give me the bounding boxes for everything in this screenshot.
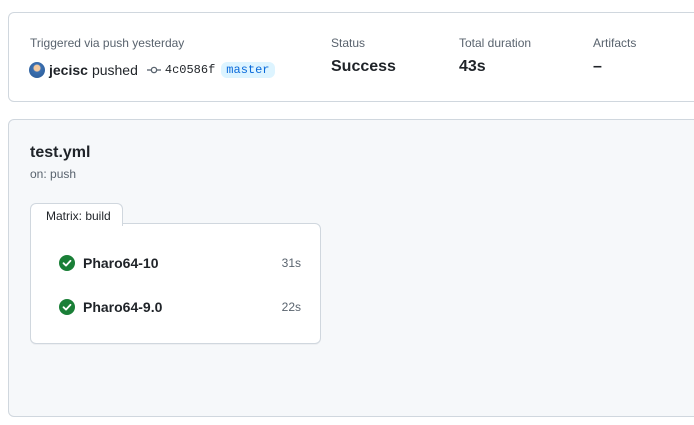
artifacts-value: – — [593, 58, 602, 75]
job-item[interactable]: Pharo64-10 31s — [59, 253, 301, 273]
git-commit-icon — [146, 63, 161, 77]
check-circle-icon — [59, 299, 75, 315]
branch-badge[interactable]: master — [221, 62, 275, 78]
workflow-trigger: on: push — [30, 167, 77, 181]
job-duration: 31s — [281, 256, 301, 270]
job-duration: 22s — [281, 300, 301, 314]
status-value: Success — [331, 58, 396, 75]
commit-sha-link[interactable]: 4c0586f — [165, 63, 215, 77]
matrix-label: Matrix: build — [30, 203, 123, 226]
matrix-group: Pharo64-10 31s Pharo64-9.0 22s — [30, 223, 321, 344]
status-stat: Status Success — [331, 36, 396, 76]
job-item[interactable]: Pharo64-9.0 22s — [59, 297, 301, 317]
status-label: Status — [331, 36, 366, 50]
artifacts-label: Artifacts — [593, 36, 637, 50]
run-summary-card: Triggered via push yesterday jecisc push… — [8, 12, 694, 102]
trigger-row: jecisc pushed 4c0586f master — [29, 60, 275, 80]
duration-value: 43s — [459, 58, 486, 75]
duration-stat: Total duration 43s — [459, 36, 531, 76]
check-circle-icon — [59, 255, 75, 271]
duration-label: Total duration — [459, 36, 532, 50]
actor-link[interactable]: jecisc — [49, 62, 88, 78]
job-name: Pharo64-10 — [83, 255, 159, 271]
trigger-label: Triggered via push yesterday — [30, 36, 185, 50]
artifacts-stat: Artifacts – — [593, 36, 636, 76]
workflow-name: test.yml — [30, 144, 91, 161]
job-name: Pharo64-9.0 — [83, 299, 163, 315]
action-text: pushed — [91, 62, 138, 78]
avatar[interactable] — [29, 62, 45, 78]
workflow-graph: test.yml on: push Matrix: build Pharo64-… — [8, 119, 694, 417]
